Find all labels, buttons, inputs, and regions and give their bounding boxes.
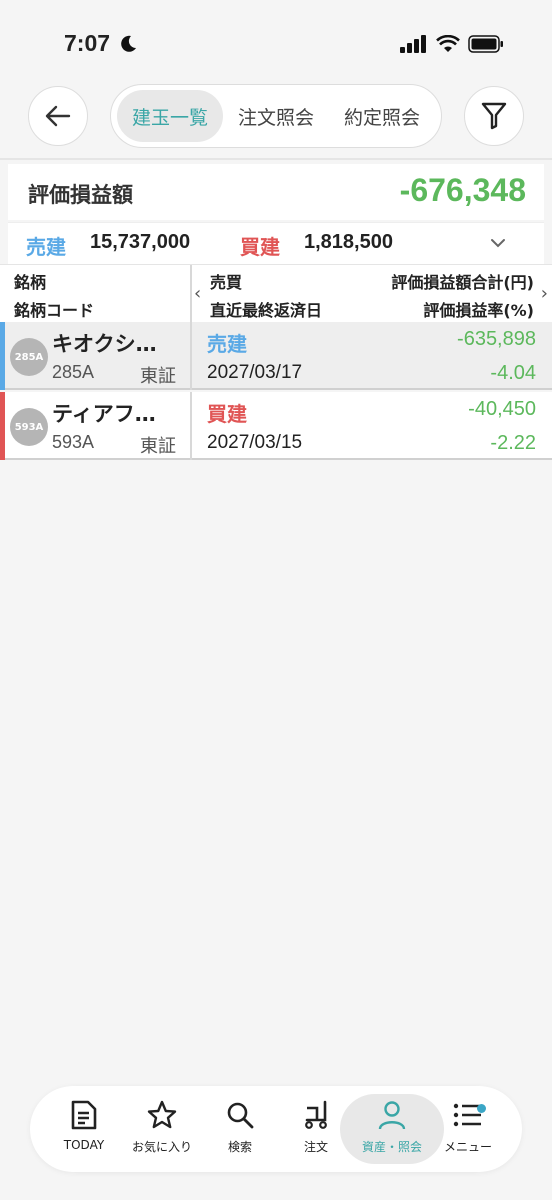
tab-label: お気に入り xyxy=(131,1140,192,1154)
chevron-down-icon[interactable] xyxy=(490,237,506,249)
stock-name: ティアフ… xyxy=(52,402,156,426)
tab-menu[interactable]: メニュー xyxy=(428,1094,508,1164)
tab-label: 検索 xyxy=(227,1140,252,1154)
battery-icon xyxy=(468,35,503,53)
header-pl-rate: 評価損益率(%) xyxy=(423,301,534,320)
nav-row: 建玉一覧 注文照会 約定照会 xyxy=(0,84,552,148)
search-icon xyxy=(227,1102,254,1129)
tab-favorites[interactable]: お気に入り xyxy=(122,1094,202,1164)
status-time: 7:07 xyxy=(64,30,111,56)
arrow-left-icon xyxy=(45,105,71,127)
moon-icon xyxy=(121,35,136,52)
header-code: 銘柄コード xyxy=(14,301,95,320)
header-side: 売買 xyxy=(210,273,243,292)
market: 東証 xyxy=(140,366,176,387)
header-name: 銘柄 xyxy=(14,273,47,292)
trade-side: 売建 xyxy=(207,332,247,356)
row-divider xyxy=(190,322,192,390)
due-date: 2027/03/15 xyxy=(207,432,303,453)
stock-badge: 593A xyxy=(10,408,48,446)
pl-rate: -4.04 xyxy=(490,362,536,384)
table-row[interactable]: 285A キオクシ… 285A 東証 売建 2027/03/17 -635,89… xyxy=(0,322,552,390)
back-button[interactable] xyxy=(28,86,88,146)
summary-value: -676,348 xyxy=(399,172,526,208)
pl-amount: -40,450 xyxy=(468,398,536,420)
trade-side: 買建 xyxy=(207,402,247,426)
notification-dot xyxy=(477,1104,486,1113)
position-breakdown[interactable]: 売建 15,737,000 買建 1,818,500 xyxy=(8,222,544,264)
table-row[interactable]: 593A ティアフ… 593A 東証 買建 2027/03/15 -40,450… xyxy=(0,392,552,460)
sell-value: 15,737,000 xyxy=(90,231,191,253)
tab-label: メニュー xyxy=(443,1140,492,1154)
wifi-icon xyxy=(436,35,460,52)
bottom-tab-bar: TODAY お気に入り 検索 注文 資産・照会 メニュー xyxy=(30,1086,522,1172)
filter-button[interactable] xyxy=(464,86,524,146)
filter-icon xyxy=(481,102,507,130)
stock-badge: 285A xyxy=(10,338,48,376)
due-date: 2027/03/17 xyxy=(207,362,303,383)
tab-label: 注文 xyxy=(303,1140,328,1154)
buy-value: 1,818,500 xyxy=(304,231,393,253)
tab-execution-inquiry[interactable]: 約定照会 xyxy=(329,90,435,142)
side-indicator xyxy=(0,322,5,390)
stock-code: 285A xyxy=(52,362,95,382)
chevron-right-icon[interactable]: › xyxy=(541,283,548,304)
stock-code: 593A xyxy=(52,432,95,452)
summary-label: 評価損益額 xyxy=(28,183,133,207)
pl-rate: -2.22 xyxy=(490,432,536,454)
status-icons xyxy=(400,35,504,53)
chevron-left-icon[interactable]: ‹ xyxy=(194,283,201,304)
sell-label: 売建 xyxy=(26,237,66,259)
header-due-date: 直近最終返済日 xyxy=(210,301,323,320)
row-divider xyxy=(190,392,192,460)
stock-name: キオクシ… xyxy=(52,332,157,356)
divider xyxy=(0,158,552,160)
side-indicator xyxy=(0,392,5,460)
tab-order-inquiry[interactable]: 注文照会 xyxy=(223,90,329,142)
tab-positions[interactable]: 建玉一覧 xyxy=(117,90,223,142)
table-header: 銘柄 銘柄コード ‹ 売買 直近最終返済日 評価損益額合計(円) 評価損益率(%… xyxy=(0,264,552,323)
buy-label: 買建 xyxy=(240,237,280,259)
pl-summary: 評価損益額 -676,348 xyxy=(8,164,544,220)
market: 東証 xyxy=(140,436,176,457)
status-bar: 7:07 xyxy=(0,0,552,90)
signal-icon xyxy=(400,35,426,53)
header-pl-total: 評価損益額合計(円) xyxy=(391,273,534,292)
star-icon xyxy=(147,1100,177,1129)
tab-search[interactable]: 検索 xyxy=(200,1094,280,1164)
segmented-tabs: 建玉一覧 注文照会 約定照会 xyxy=(110,84,442,148)
person-icon xyxy=(378,1101,406,1130)
cart-icon xyxy=(305,1100,327,1129)
tab-today[interactable]: TODAY xyxy=(44,1094,124,1164)
header-divider xyxy=(190,265,192,323)
pl-amount: -635,898 xyxy=(457,328,536,350)
tab-label: TODAY xyxy=(63,1138,105,1152)
tab-label: 資産・照会 xyxy=(361,1140,422,1154)
document-icon xyxy=(71,1100,97,1130)
